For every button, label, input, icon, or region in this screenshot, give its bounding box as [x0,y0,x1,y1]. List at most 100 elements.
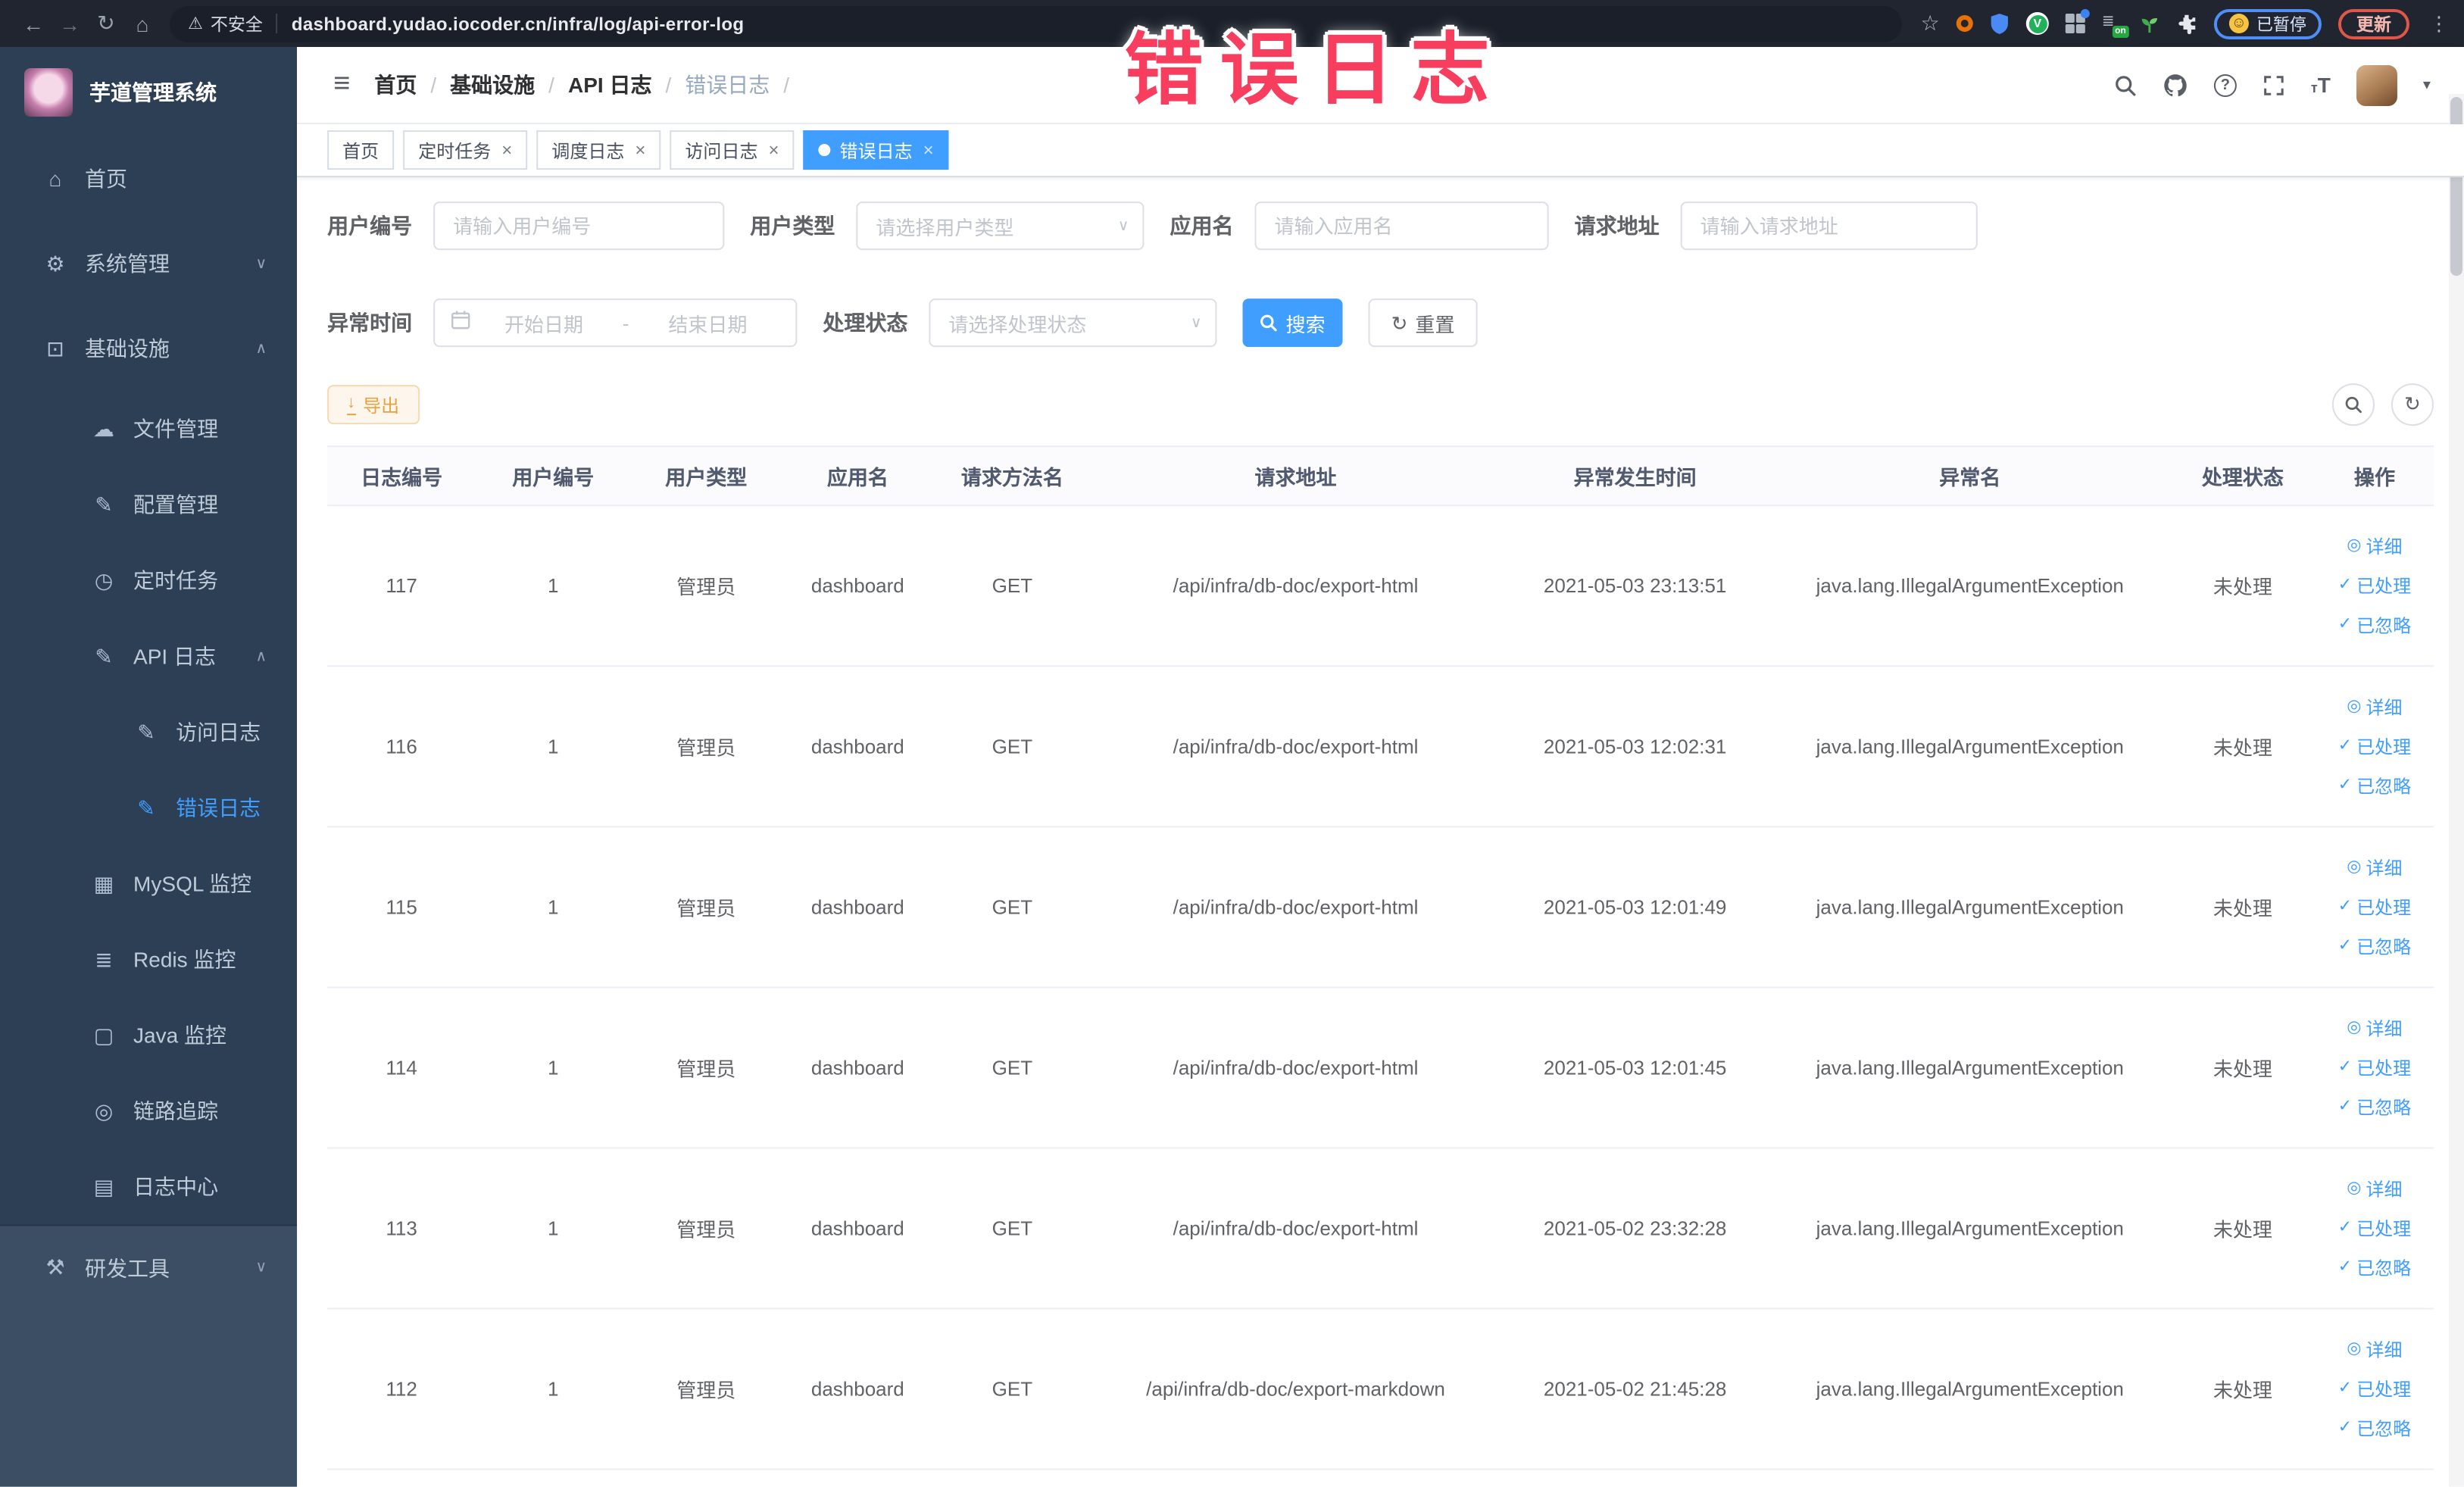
profile-paused-chip[interactable]: ☺ 已暂停 [2213,8,2322,39]
tab-label: 首页 [342,140,379,162]
detail-link[interactable]: ◎ 详细 [2347,1176,2402,1201]
processed-link[interactable]: ✓ 已处理 [2338,1376,2411,1402]
eye-icon: ◎ [2347,858,2362,876]
view-tab[interactable]: 定时任务 × [403,130,528,170]
sidebar-item[interactable]: ✎ 访问日志 [0,694,297,770]
address-bar[interactable]: ⚠ 不安全 dashboard.yudao.iocoder.cn/infra/l… [170,5,1903,42]
check-icon: ✓ [2338,1057,2353,1076]
extension-grid-icon[interactable] [2065,9,2090,34]
extension-on-badge-icon[interactable]: ≣ on [2102,13,2129,38]
sidebar-item-label: 错误日志 [176,795,261,820]
trace-eye-icon: ◎ [94,1098,114,1123]
view-tab[interactable]: 调度日志 × [536,130,661,170]
refresh-table-button[interactable]: ↻ [2391,383,2434,426]
process-status-select[interactable]: 请选择处理状态 ∨ [929,298,1217,348]
sidebar-item[interactable]: ≣ Redis 监控 [0,921,297,997]
sidebar-item[interactable]: ◷ 定时任务 [0,542,297,618]
ignored-link[interactable]: ✓ 已忽略 [2338,1094,2411,1120]
sidebar-item[interactable]: ▢ Java 监控 [0,997,297,1073]
detail-link[interactable]: ◎ 详细 [2347,1337,2402,1363]
sidebar-item[interactable]: ✎ API 日志 ∧ [0,618,297,694]
sidebar-item[interactable]: ✎ 配置管理 [0,467,297,542]
browser-menu-icon[interactable]: ⋮ [2429,11,2449,36]
user-id-input[interactable] [433,201,725,251]
field-label: 处理状态 [823,311,908,336]
ignored-link[interactable]: ✓ 已忽略 [2338,1416,2411,1442]
close-icon[interactable]: × [923,141,934,159]
page-content: 用户编号 用户类型 请选择用户类型 ∨ 应用名 [297,201,2464,1470]
collapse-sidebar-icon[interactable]: ≡ [333,68,350,102]
tab-label: 访问日志 [685,140,758,162]
sidebar-item[interactable]: ▦ MySQL 监控 [0,845,297,921]
chrome-update-button[interactable]: 更新 [2338,8,2409,39]
ignored-link[interactable]: ✓ 已忽略 [2338,612,2411,638]
forward-icon[interactable]: → [52,11,88,36]
check-icon: ✓ [2338,736,2353,755]
view-tab[interactable]: 首页 [327,130,395,170]
breadcrumb-item[interactable]: API 日志 [568,70,652,100]
date-range-picker[interactable]: 开始日期 - 结束日期 [433,298,798,348]
processed-link[interactable]: ✓ 已处理 [2338,733,2411,759]
extension-sprout-icon[interactable] [2140,13,2160,34]
chevron-down-icon[interactable]: ▾ [2423,77,2431,93]
sidebar-item[interactable]: ⊡ 基础设施 ∧ [0,306,297,391]
extension-shield-icon[interactable] [1990,12,2010,35]
app-name-input[interactable] [1254,201,1549,251]
extension-orange-icon[interactable] [1956,15,1973,33]
detail-link[interactable]: ◎ 详细 [2347,1015,2402,1041]
ignored-link[interactable]: ✓ 已忽略 [2338,933,2411,959]
github-icon[interactable] [2163,72,2188,98]
sidebar-item[interactable]: ▤ 日志中心 [0,1148,297,1224]
extension-green-v-icon[interactable]: V [2025,12,2049,36]
home-icon[interactable]: ⌂ [124,11,161,36]
user-type-select[interactable]: 请选择用户类型 ∨ [856,201,1145,251]
reset-button[interactable]: ↻ 重置 [1368,298,1478,348]
processed-link[interactable]: ✓ 已处理 [2338,894,2411,920]
method-cell: GET [992,1377,1033,1401]
close-icon[interactable]: × [501,141,512,159]
field-label: 异常时间 [327,311,413,336]
breadcrumb-item[interactable]: 基础设施 [450,70,535,100]
ignored-link[interactable]: ✓ 已忽略 [2338,773,2411,798]
sidebar-item[interactable]: ☁ 文件管理 [0,391,297,467]
sidebar-item[interactable]: ✎ 错误日志 [0,770,297,845]
detail-link[interactable]: ◎ 详细 [2347,694,2402,720]
processed-link[interactable]: ✓ 已处理 [2338,1054,2411,1080]
redis-monitor-icon: ≣ [95,946,113,971]
font-size-icon[interactable]: тT [2311,73,2331,97]
search-icon[interactable] [2114,73,2137,96]
processed-link[interactable]: ✓ 已处理 [2338,573,2411,598]
sidebar-item[interactable]: ⚒ 研发工具 ∨ [0,1224,298,1310]
log-id-cell: 114 [386,1056,417,1079]
extensions-puzzle-icon[interactable] [2176,13,2197,34]
sidebar-item[interactable]: ⚙ 系统管理 ∨ [0,221,297,306]
page-scrollbar[interactable] [2448,94,2464,1487]
ignored-link[interactable]: ✓ 已忽略 [2338,1254,2411,1280]
export-button[interactable]: ↓ 导出 [327,385,420,425]
search-button[interactable]: 搜索 [1242,298,1343,348]
bookmark-star-icon[interactable]: ☆ [1921,11,1940,36]
refresh-icon: ↻ [1391,311,1408,335]
sidebar-item[interactable]: ⌂ 首页 [0,136,297,221]
toggle-search-button[interactable] [2331,383,2375,426]
table-row: 117 1 管理员 dashboard GET /api/infra/db-do… [327,506,2434,667]
filter-row-2: 异常时间 开始日期 - 结束日期 处理状态 请选择处理状态 ∨ 搜索 ↻ 重置 [327,298,2434,348]
view-tab[interactable]: 访问日志 × [670,130,795,170]
help-icon[interactable]: ? [2213,73,2237,97]
processed-link[interactable]: ✓ 已处理 [2338,1215,2411,1241]
breadcrumb-item[interactable]: 错误日志 [685,70,770,100]
status-cell: 未处理 [2213,1218,2272,1242]
fullscreen-icon[interactable] [2263,73,2285,96]
user-avatar[interactable] [2356,64,2397,106]
view-tab[interactable]: 错误日志 × [803,130,949,170]
detail-link[interactable]: ◎ 详细 [2347,854,2402,880]
detail-link[interactable]: ◎ 详细 [2347,533,2402,559]
reload-icon[interactable]: ↻ [88,11,124,36]
app-name-cell: dashboard [810,1377,904,1401]
close-icon[interactable]: × [635,141,645,159]
close-icon[interactable]: × [768,141,779,159]
sidebar-item[interactable]: ◎ 链路追踪 [0,1073,297,1148]
back-icon[interactable]: ← [15,11,52,36]
breadcrumb-item[interactable]: 首页 [374,70,417,100]
request-url-input[interactable] [1680,201,1978,251]
